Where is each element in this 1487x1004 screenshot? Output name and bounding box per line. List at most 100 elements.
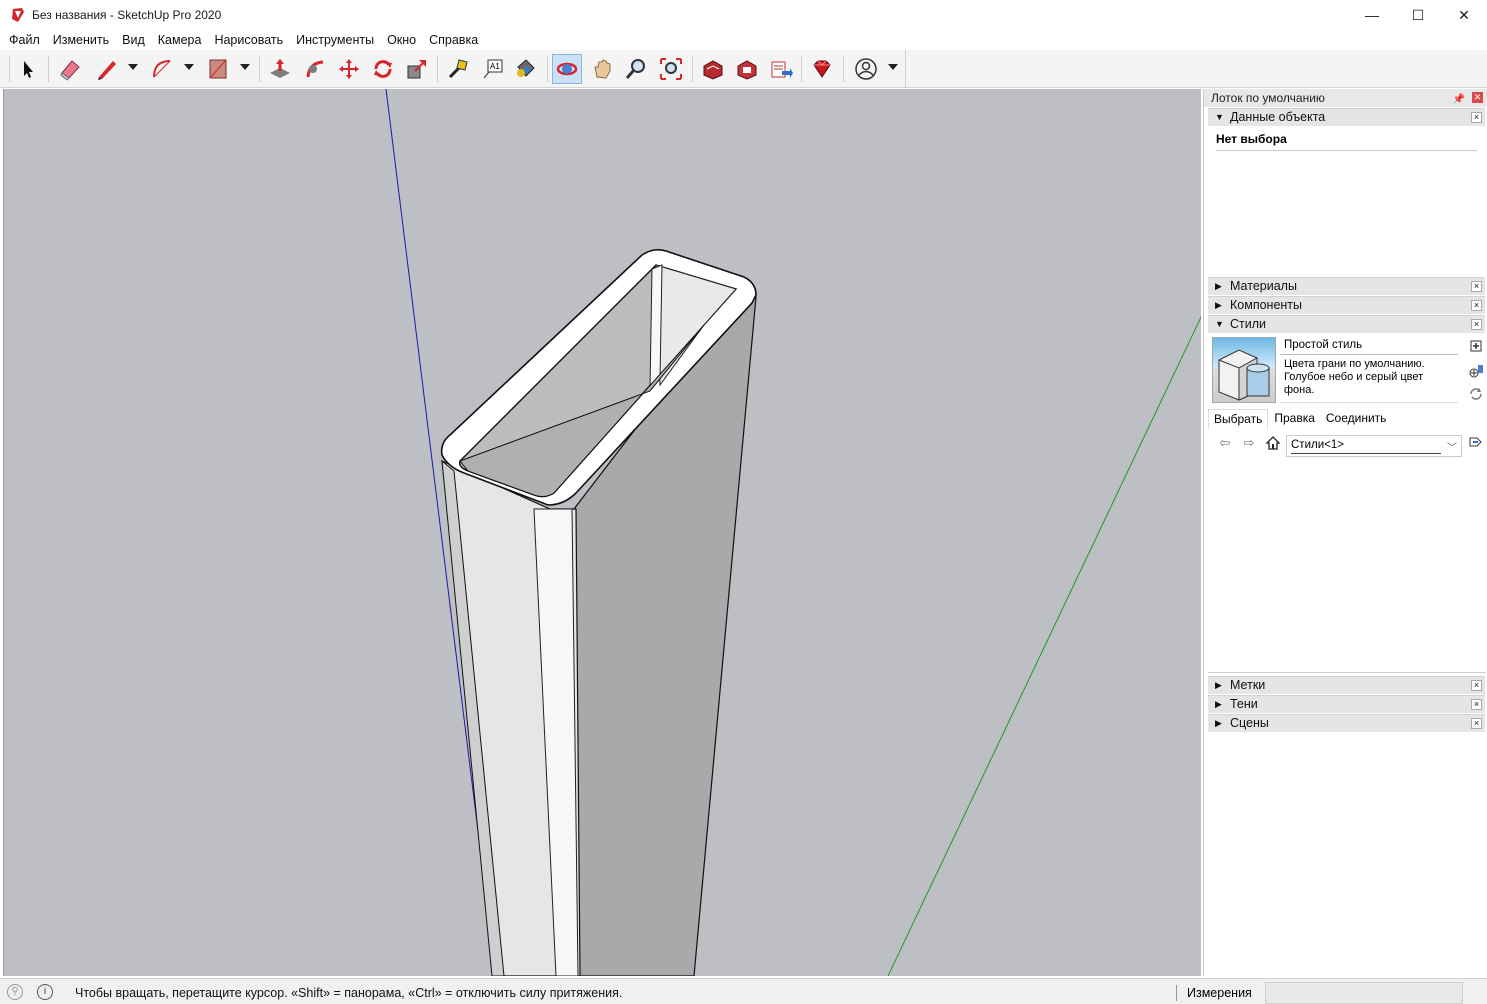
zoom-extents-icon[interactable] — [656, 54, 686, 84]
panel-entity-info-header[interactable]: ▼ Данные объекта × — [1208, 108, 1485, 126]
collapsed-triangle-icon: ▶ — [1215, 680, 1222, 690]
menu-help[interactable]: Справка — [424, 33, 483, 47]
account-icon[interactable] — [851, 54, 881, 84]
panel-close-icon[interactable]: × — [1471, 281, 1482, 292]
ruby-icon[interactable] — [807, 54, 837, 84]
tray-title-bar: Лоток по умолчанию 📌 ✕ — [1204, 89, 1487, 107]
menu-window[interactable]: Окно — [382, 33, 421, 47]
push-pull-icon[interactable] — [265, 54, 295, 84]
panel-shadows-label: Тени — [1230, 697, 1258, 711]
collapsed-triangle-icon: ▶ — [1215, 300, 1222, 310]
arc-dropdown-icon[interactable] — [184, 64, 194, 70]
style-list-area[interactable] — [1208, 461, 1486, 673]
menu-edit[interactable]: Изменить — [48, 33, 114, 47]
model-canvas[interactable] — [4, 89, 1201, 976]
measurements-input[interactable] — [1265, 982, 1463, 1004]
panel-styles-header[interactable]: ▼ Стили × — [1208, 315, 1485, 333]
forward-arrow-icon[interactable]: ⇨ — [1240, 435, 1258, 453]
tray-close-icon[interactable]: ✕ — [1472, 92, 1483, 103]
menu-draw[interactable]: Нарисовать — [209, 33, 288, 47]
panel-shadows-header[interactable]: ▶ Тени × — [1208, 695, 1485, 713]
panel-components-header[interactable]: ▶ Компоненты × — [1208, 296, 1485, 314]
menu-file[interactable]: Файл — [4, 33, 45, 47]
panel-styles-label: Стили — [1230, 317, 1267, 331]
update-style-icon[interactable] — [1468, 363, 1484, 379]
green-axis-line — [887, 315, 1201, 976]
menu-tools[interactable]: Инструменты — [291, 33, 379, 47]
pencil-dropdown-icon[interactable] — [128, 64, 138, 70]
large-toolset-toolbar: A1 — [0, 50, 1487, 88]
svg-text:A1: A1 — [490, 62, 500, 71]
arc-icon[interactable] — [148, 54, 178, 84]
back-arrow-icon[interactable]: ⇦ — [1216, 435, 1234, 453]
panel-scenes-label: Сцены — [1230, 716, 1269, 730]
modeling-viewport[interactable] — [3, 89, 1201, 976]
chevron-down-icon: ﹀ — [1447, 443, 1457, 454]
style-description-field[interactable]: Цвета грани по умолчанию. Голубое небо и… — [1280, 357, 1458, 403]
panel-close-icon[interactable]: × — [1471, 112, 1482, 123]
rectangle-dropdown-icon[interactable] — [240, 64, 250, 70]
follow-me-icon[interactable] — [300, 54, 330, 84]
scale-icon[interactable] — [402, 54, 432, 84]
pan-icon[interactable] — [588, 54, 618, 84]
collapsed-triangle-icon: ▶ — [1215, 699, 1222, 709]
text-icon[interactable]: A1 — [478, 54, 508, 84]
panel-close-icon[interactable]: × — [1471, 319, 1482, 330]
style-collection-select[interactable]: Стили<1> ﹀ — [1286, 435, 1462, 457]
eraser-icon[interactable] — [55, 54, 85, 84]
style-name-field[interactable]: Простой стиль — [1280, 337, 1458, 355]
measurements-label: Измерения — [1187, 986, 1252, 1000]
panel-components-label: Компоненты — [1230, 298, 1303, 312]
move-icon[interactable] — [334, 54, 364, 84]
paint-bucket-icon[interactable] — [510, 54, 540, 84]
refresh-icon[interactable] — [1468, 387, 1484, 403]
menu-view[interactable]: Вид — [117, 33, 150, 47]
tab-mix[interactable]: Соединить — [1321, 409, 1392, 429]
panel-close-icon[interactable]: × — [1471, 680, 1482, 691]
no-selection-text: Нет выбора — [1216, 132, 1287, 146]
entity-info-body: Нет выбора — [1208, 126, 1485, 276]
select-icon[interactable] — [13, 54, 43, 84]
menu-camera[interactable]: Камера — [153, 33, 207, 47]
info-icon[interactable]: i — [37, 984, 53, 1000]
pencil-icon[interactable] — [92, 54, 122, 84]
style-thumbnail — [1212, 337, 1276, 403]
send-to-layout-icon[interactable] — [766, 54, 796, 84]
panel-materials-header[interactable]: ▶ Материалы × — [1208, 277, 1485, 295]
details-arrow-icon[interactable] — [1466, 435, 1484, 453]
expanded-triangle-icon: ▼ — [1215, 319, 1224, 329]
style-navigation: ⇦ ⇨ Стили<1> ﹀ — [1208, 433, 1486, 457]
rotate-icon[interactable] — [368, 54, 398, 84]
account-dropdown-icon[interactable] — [888, 64, 898, 70]
orbit-icon[interactable] — [552, 54, 582, 84]
geo-location-icon[interactable]: ⚲ — [7, 984, 23, 1000]
close-button[interactable]: ✕ — [1441, 0, 1487, 30]
home-icon[interactable] — [1264, 435, 1282, 453]
tape-measure-icon[interactable] — [443, 54, 473, 84]
extension-warehouse-icon[interactable] — [732, 54, 762, 84]
warehouse-icon[interactable] — [698, 54, 728, 84]
style-tabs: Выбрать Правка Соединить — [1208, 409, 1392, 429]
panel-close-icon[interactable]: × — [1471, 300, 1482, 311]
window-title: Без названия - SketchUp Pro 2020 — [32, 8, 222, 22]
panel-tags-header[interactable]: ▶ Метки × — [1208, 676, 1485, 694]
tab-edit[interactable]: Правка — [1269, 409, 1320, 429]
sketchup-logo-icon — [12, 8, 24, 22]
create-style-icon[interactable] — [1468, 339, 1484, 355]
maximize-button[interactable]: ☐ — [1395, 0, 1441, 30]
panel-tags-label: Метки — [1230, 678, 1266, 692]
tab-select[interactable]: Выбрать — [1208, 409, 1269, 429]
zoom-icon[interactable] — [621, 54, 651, 84]
status-hint: Чтобы вращать, перетащите курсор. «Shift… — [75, 986, 623, 1000]
title-bar: Без названия - SketchUp Pro 2020 — ☐ ✕ — [0, 0, 1487, 30]
panel-close-icon[interactable]: × — [1471, 699, 1482, 710]
pin-icon[interactable]: 📌 — [1453, 91, 1465, 109]
menu-bar: Файл Изменить Вид Камера Нарисовать Инст… — [0, 30, 1487, 50]
panel-close-icon[interactable]: × — [1471, 718, 1482, 729]
status-bar: ⚲ i Чтобы вращать, перетащите курсор. «S… — [0, 978, 1487, 1004]
minimize-button[interactable]: — — [1349, 0, 1395, 30]
collapsed-triangle-icon: ▶ — [1215, 718, 1222, 728]
panel-scenes-header[interactable]: ▶ Сцены × — [1208, 714, 1485, 732]
panel-entity-info-label: Данные объекта — [1230, 110, 1326, 124]
rectangle-icon[interactable] — [203, 54, 233, 84]
